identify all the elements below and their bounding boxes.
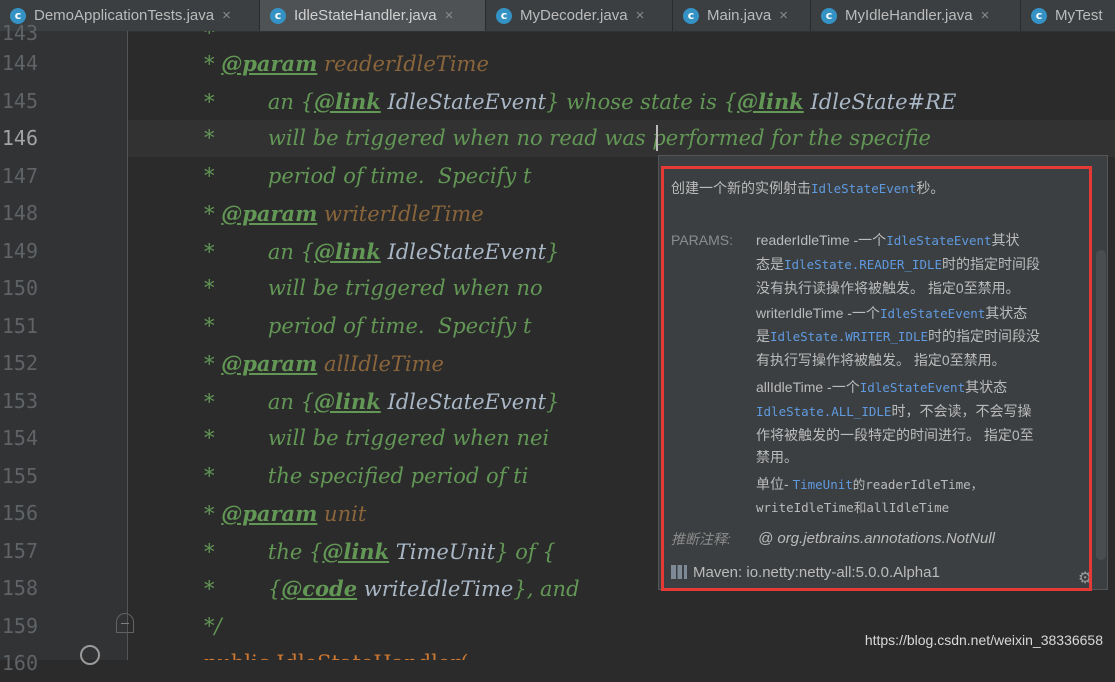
code-line-156: * @param unit: [204, 501, 367, 526]
annotation-icon[interactable]: [80, 645, 100, 665]
code-line-155: * the specified period of ti: [204, 464, 529, 488]
code-line-148: * @param writerIdleTime: [204, 201, 484, 226]
code-line-150: * will be triggered when no: [204, 276, 543, 300]
code-line-159: */: [204, 614, 222, 638]
text-caret: [656, 125, 658, 151]
java-class-icon: c: [496, 7, 512, 24]
tab-demo-application-tests[interactable]: c DemoApplicationTests.java ×: [0, 0, 260, 31]
line-number: 153: [1, 389, 38, 413]
tab-label: MyDecoder.java: [520, 7, 628, 24]
close-icon[interactable]: ×: [445, 7, 454, 24]
tab-main[interactable]: c Main.java ×: [673, 0, 811, 31]
tab-label: DemoApplicationTests.java: [34, 7, 215, 24]
code-line-153: * an {@link IdleStateEvent}: [204, 389, 560, 414]
tab-my-test[interactable]: c MyTest: [1021, 0, 1115, 31]
close-icon[interactable]: ×: [636, 7, 645, 24]
tab-my-decoder[interactable]: c MyDecoder.java ×: [486, 0, 673, 31]
line-number: 148: [1, 201, 38, 225]
code-line-160: public IdleStateHandler(: [204, 645, 469, 660]
line-number: 151: [1, 314, 38, 338]
tab-label: Main.java: [707, 7, 772, 24]
watermark: https://blog.csdn.net/weixin_38336658: [864, 632, 1103, 648]
line-number: 147: [1, 164, 38, 188]
java-class-icon: c: [270, 7, 286, 24]
line-number-current: 146: [1, 126, 38, 150]
line-number: 160: [1, 651, 38, 675]
tab-label: IdleStateHandler.java: [294, 7, 437, 24]
line-number: 144: [1, 51, 38, 75]
java-class-icon: c: [1031, 7, 1047, 24]
code-line-146: * will be triggered when no read was per…: [204, 126, 931, 150]
code-line-151: * period of time. Specify t: [204, 314, 532, 338]
popup-scrollbar[interactable]: [1096, 250, 1106, 560]
code-line-152: * @param allIdleTime: [204, 351, 444, 376]
tab-idle-state-handler[interactable]: c IdleStateHandler.java ×: [260, 0, 486, 31]
java-class-icon: c: [683, 7, 699, 24]
line-number: 149: [1, 239, 38, 263]
line-number: 150: [1, 276, 38, 300]
line-number-gutter[interactable]: 143 144 145 146 147 148 149 150 151 152 …: [0, 21, 128, 675]
line-number: 158: [1, 576, 38, 600]
code-line-147: * period of time. Specify t: [204, 164, 532, 188]
line-number: 157: [1, 539, 38, 563]
code-line-154: * will be triggered when nei: [204, 426, 550, 450]
close-icon[interactable]: ×: [222, 7, 231, 24]
tab-my-idle-handler[interactable]: c MyIdleHandler.java ×: [811, 0, 1021, 31]
close-icon[interactable]: ×: [779, 7, 788, 24]
close-icon[interactable]: ×: [981, 7, 990, 24]
line-number: 152: [1, 351, 38, 375]
line-number: 159: [1, 614, 38, 638]
code-line-145: * an {@link IdleStateEvent} whose state …: [204, 89, 957, 114]
code-line-144: * @param readerIdleTime: [204, 51, 489, 76]
java-class-icon: c: [821, 7, 837, 24]
code-line-149: * an {@link IdleStateEvent}: [204, 239, 560, 264]
code-line-157: * the {@link TimeUnit} of {: [204, 539, 556, 564]
line-number: 154: [1, 426, 38, 450]
code-line-158: * {@code writeIdleTime}, and: [204, 576, 580, 601]
tab-label: MyTest: [1055, 7, 1103, 24]
highlight-box: [661, 166, 1092, 591]
tab-label: MyIdleHandler.java: [845, 7, 973, 24]
editor-tab-bar: c DemoApplicationTests.java × c IdleStat…: [0, 0, 1115, 32]
line-number: 155: [1, 464, 38, 488]
line-number: 145: [1, 89, 38, 113]
line-number: 156: [1, 501, 38, 525]
